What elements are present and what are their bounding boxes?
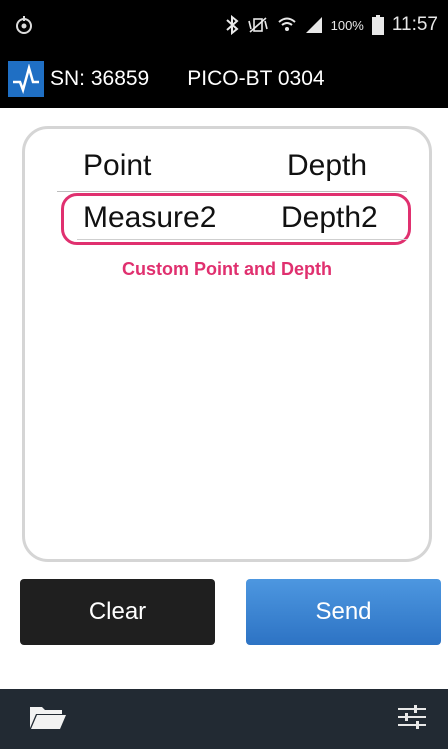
app-header: SN: 36859 PICO-BT 0304 [0,50,448,108]
bottom-bar [0,689,448,749]
wifi-icon [277,16,297,34]
power-icon [14,15,34,35]
serial-number: SN: 36859 [50,67,150,90]
bluetooth-icon [225,15,239,35]
row-point-cell[interactable]: Measure2 [83,201,216,235]
column-header-point: Point [83,149,152,182]
annotation-label: Custom Point and Depth [122,259,332,279]
status-left [14,15,34,35]
column-header-depth: Depth [287,149,368,182]
settings-sliders-icon[interactable] [396,702,428,737]
battery-icon [371,15,384,35]
device-name: PICO-BT 0304 [187,67,325,90]
pulse-logo-icon [8,61,44,97]
clock: 11:57 [391,14,438,35]
status-bar: 100% 11:57 [0,0,448,50]
clear-button[interactable]: Clear [20,579,215,645]
folder-icon[interactable] [28,702,68,737]
header-divider [57,191,407,192]
row-depth-cell[interactable]: Depth2 [281,201,378,235]
data-card: Point Depth Measure2 Depth2 Custom Point… [22,126,432,562]
mute-vibrate-icon [247,16,269,34]
status-right: 100% 11:57 [225,14,438,36]
battery-percent: 100% [330,17,364,33]
signal-icon [305,16,323,34]
send-button[interactable]: Send [246,579,441,645]
row-divider [77,239,407,240]
